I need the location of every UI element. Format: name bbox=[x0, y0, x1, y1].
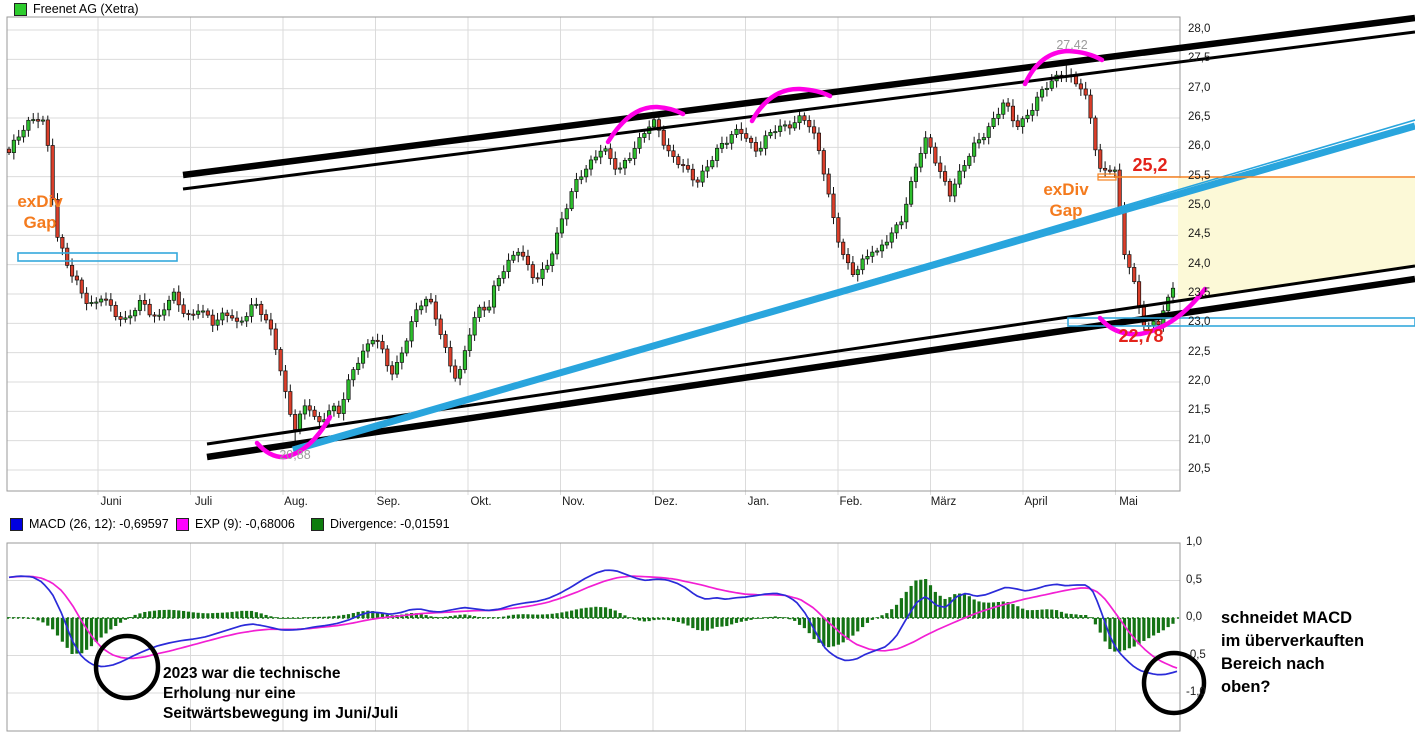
divergence-series-label: Divergence: -0,01591 bbox=[330, 517, 450, 531]
price-axis-tick-label: 28,0 bbox=[1188, 23, 1211, 35]
exp-series-label: EXP (9): -0,68006 bbox=[195, 517, 295, 531]
exp-legend-item: EXP (9): -0,68006 bbox=[176, 517, 295, 531]
month-axis-tick-label: Juni bbox=[100, 496, 122, 508]
month-axis-tick-label: Sep. bbox=[376, 496, 401, 508]
macd-axis-tick-label: -0,5 bbox=[1186, 648, 1206, 661]
price-axis-tick-label: 26,0 bbox=[1188, 140, 1211, 153]
chart-application: Freenet AG (Xetra) MACD (26, 12): -0,695… bbox=[0, 0, 1415, 756]
exdiv-gap-line2: Gap bbox=[1049, 201, 1083, 220]
macd-axis-tick-label: -1,0 bbox=[1186, 686, 1206, 698]
note-line: schneidet MACD bbox=[1221, 609, 1353, 627]
month-axis-tick-label: Aug. bbox=[284, 496, 308, 508]
month-axis-tick-label: Okt. bbox=[470, 496, 492, 508]
note-line: Seitwärtsbewegung im Juni/Juli bbox=[163, 705, 399, 722]
price-axis-tick-label: 26,5 bbox=[1188, 111, 1211, 123]
month-axis-tick-label: Jan. bbox=[747, 496, 770, 508]
note-line: oben? bbox=[1221, 678, 1271, 696]
month-axis-tick-label: Feb. bbox=[839, 496, 863, 508]
chart-title: Freenet AG (Xetra) bbox=[14, 2, 139, 16]
price-axis-tick-label: 25,0 bbox=[1188, 199, 1211, 211]
macd-legend-item: MACD (26, 12): -0,69597 bbox=[10, 517, 169, 531]
gap-price-label-25-2: 25,2 bbox=[1132, 155, 1168, 175]
macd-series-label: MACD (26, 12): -0,69597 bbox=[29, 517, 169, 531]
annotation-note-macd-cross: schneidet MACD im überverkauften Bereich… bbox=[1221, 607, 1364, 699]
month-axis-tick-label: Mai bbox=[1119, 496, 1138, 508]
low-price-label-20-88: 20,88 bbox=[279, 448, 311, 462]
instrument-name: Freenet AG (Xetra) bbox=[33, 2, 139, 16]
instrument-marker-icon bbox=[14, 2, 27, 16]
price-axis-tick-label: 23,0 bbox=[1188, 316, 1211, 329]
price-axis-tick-label: 20,5 bbox=[1188, 463, 1211, 475]
price-axis-tick-label: 21,0 bbox=[1188, 433, 1211, 446]
note-line: Erholung nur eine bbox=[163, 685, 296, 702]
month-axis-tick-label: Nov. bbox=[562, 496, 585, 508]
month-axis-tick-label: März bbox=[930, 496, 957, 508]
macd-axis-tick-label: 0,0 bbox=[1186, 611, 1202, 623]
annotation-note-2023: 2023 war die technische Erholung nur ein… bbox=[163, 664, 398, 724]
price-axis-tick-label: 27,5 bbox=[1188, 52, 1211, 65]
price-axis-tick-label: 24,5 bbox=[1188, 228, 1211, 241]
price-axis-tick-label: 24,0 bbox=[1188, 257, 1211, 270]
exdiv-gap-annotation-right: exDiv Gap bbox=[1034, 179, 1098, 221]
macd-axis-tick-label: 0,5 bbox=[1186, 573, 1202, 586]
price-axis-tick-label: 21,5 bbox=[1188, 404, 1211, 417]
high-price-label-27-42: 27,42 bbox=[1056, 38, 1088, 52]
divergence-legend-item: Divergence: -0,01591 bbox=[311, 517, 450, 531]
note-line: im überverkauften bbox=[1221, 632, 1365, 650]
exdiv-gap-line2: Gap bbox=[23, 213, 57, 232]
price-axis-tick-label: 23,5 bbox=[1188, 287, 1211, 299]
month-axis-tick-label: Dez. bbox=[654, 496, 678, 508]
exdiv-gap-annotation-left: exDiv Gap bbox=[8, 191, 72, 233]
price-axis-tick-label: 22,0 bbox=[1188, 375, 1211, 387]
exdiv-gap-line1: exDiv bbox=[1043, 180, 1089, 199]
price-axis-tick-label: 25,5 bbox=[1188, 169, 1211, 182]
price-axis-tick-label: 27,0 bbox=[1188, 81, 1211, 94]
macd-axis-tick-label: 1,0 bbox=[1186, 536, 1202, 548]
support-price-label-22-78: 22,78 bbox=[1118, 326, 1164, 346]
exdiv-gap-line1: exDiv bbox=[17, 192, 63, 211]
macd-series-swatch-icon bbox=[10, 517, 23, 531]
note-line: 2023 war die technische bbox=[163, 665, 341, 682]
divergence-series-swatch-icon bbox=[311, 517, 324, 531]
note-line: Bereich nach bbox=[1221, 655, 1325, 673]
month-axis-tick-label: April bbox=[1024, 496, 1048, 508]
exp-series-swatch-icon bbox=[176, 517, 189, 531]
price-axis-tick-label: 22,5 bbox=[1188, 345, 1211, 358]
month-axis-tick-label: Juli bbox=[194, 496, 213, 508]
